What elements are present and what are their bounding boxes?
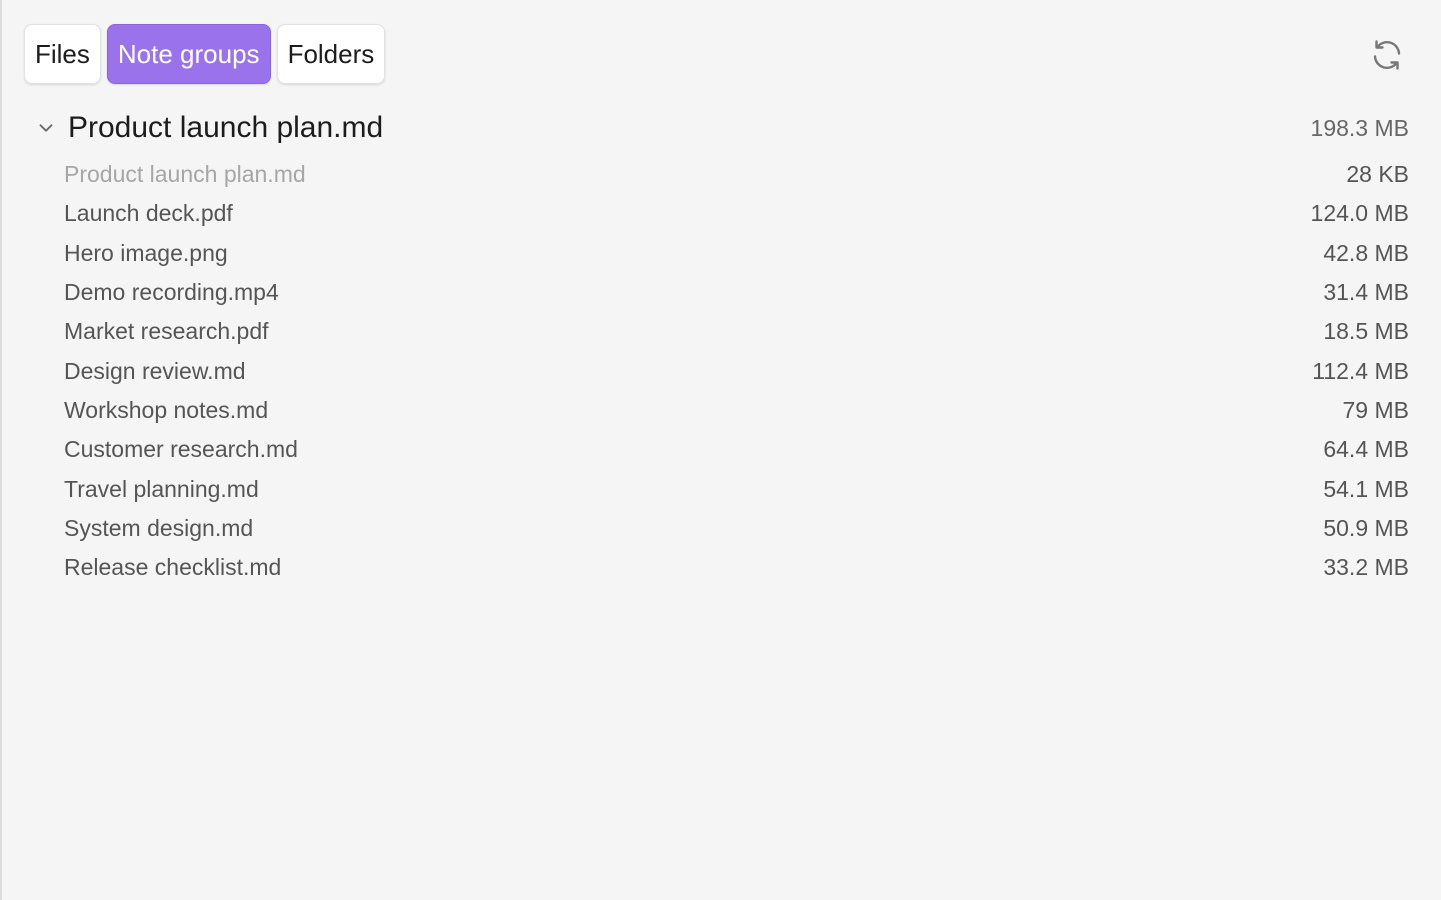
file-row[interactable]: Release checklist.md 33.2 MB: [64, 548, 1409, 587]
file-row[interactable]: Demo recording.mp4 31.4 MB: [64, 273, 1409, 312]
file-size: 64.4 MB: [1323, 436, 1409, 463]
file-size: 124.0 MB: [1310, 200, 1409, 227]
file-size: 54.1 MB: [1323, 475, 1409, 502]
file-name: Release checklist.md: [64, 554, 282, 581]
window-left-border: [0, 0, 2, 900]
file-list: Product launch plan.md 28 KB Launch deck…: [64, 155, 1409, 587]
tab-folders[interactable]: Folders: [276, 24, 386, 84]
file-name: Travel planning.md: [64, 475, 259, 502]
note-group-title: Product launch plan.md: [68, 111, 384, 144]
file-name: Design review.md: [64, 357, 246, 384]
file-row[interactable]: Product launch plan.md 28 KB: [64, 155, 1409, 194]
file-name: Product launch plan.md: [64, 161, 306, 188]
view-tabs: Files Note groups Folders: [24, 24, 386, 84]
file-name: Hero image.png: [64, 239, 228, 266]
file-name: Market research.pdf: [64, 318, 269, 345]
file-name: Customer research.md: [64, 436, 298, 463]
file-row[interactable]: Launch deck.pdf 124.0 MB: [64, 194, 1409, 233]
file-size: 50.9 MB: [1323, 514, 1409, 541]
file-row[interactable]: Hero image.png 42.8 MB: [64, 234, 1409, 273]
file-row[interactable]: Workshop notes.md 79 MB: [64, 391, 1409, 430]
file-row[interactable]: Design review.md 112.4 MB: [64, 351, 1409, 390]
note-group-size: 198.3 MB: [1310, 114, 1409, 141]
file-row[interactable]: Market research.pdf 18.5 MB: [64, 312, 1409, 351]
tab-note-groups[interactable]: Note groups: [106, 24, 271, 84]
file-size: 18.5 MB: [1323, 318, 1409, 345]
file-size: 112.4 MB: [1312, 357, 1409, 384]
refresh-button[interactable]: [1362, 30, 1412, 80]
refresh-icon: [1373, 40, 1401, 70]
file-size: 31.4 MB: [1323, 279, 1409, 306]
file-size: 33.2 MB: [1323, 554, 1409, 581]
file-size: 28 KB: [1346, 161, 1409, 188]
note-group-header[interactable]: Product launch plan.md 198.3 MB: [28, 104, 1409, 152]
file-name: Demo recording.mp4: [64, 279, 279, 306]
file-size: 42.8 MB: [1323, 239, 1409, 266]
file-name: Workshop notes.md: [64, 396, 269, 423]
file-row[interactable]: Travel planning.md 54.1 MB: [64, 469, 1409, 508]
file-row[interactable]: System design.md 50.9 MB: [64, 509, 1409, 548]
tab-files[interactable]: Files: [24, 24, 101, 84]
file-name: System design.md: [64, 514, 254, 541]
file-size: 79 MB: [1342, 396, 1409, 423]
file-name: Launch deck.pdf: [64, 200, 233, 227]
chevron-down-icon[interactable]: [28, 110, 64, 146]
file-row[interactable]: Customer research.md 64.4 MB: [64, 430, 1409, 469]
